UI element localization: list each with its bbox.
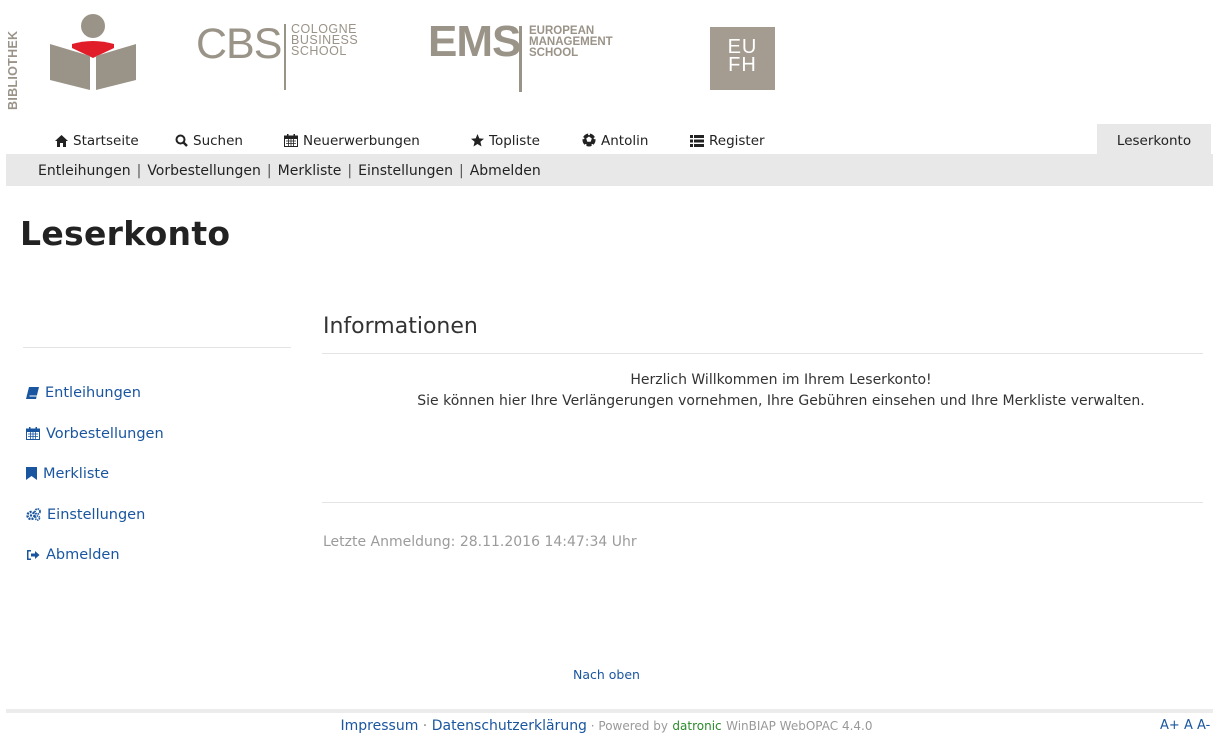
- nav-neuerwerbungen[interactable]: Neuerwerbungen: [284, 128, 420, 154]
- content-divider: [322, 502, 1203, 503]
- star-icon: [471, 134, 484, 147]
- nav-suchen[interactable]: Suchen: [175, 128, 243, 154]
- bookmark-icon: [26, 467, 37, 480]
- search-icon: [175, 134, 188, 147]
- welcome-message: Herzlich Willkommen im Ihrem Leserkonto!…: [417, 372, 1145, 409]
- datenschutz-link[interactable]: Datenschutzerklärung: [432, 718, 587, 734]
- sidebar-item-abmelden[interactable]: Abmelden: [26, 545, 120, 565]
- sidebar-item-einstellungen[interactable]: Einstellungen: [26, 505, 145, 525]
- subnav-merkliste[interactable]: Merkliste: [278, 163, 342, 179]
- cogs-icon: [26, 508, 41, 521]
- section-divider: [322, 353, 1203, 354]
- vendor-link[interactable]: datronic: [672, 719, 721, 733]
- last-login-text: Letzte Anmeldung: 28.11.2016 14:47:34 Uh…: [323, 534, 637, 550]
- nav-topliste[interactable]: Topliste: [471, 128, 540, 154]
- section-title-informationen: Informationen: [323, 314, 478, 339]
- sign-out-icon: [27, 550, 40, 560]
- calendar-icon: [26, 427, 40, 440]
- impressum-link[interactable]: Impressum: [341, 718, 419, 734]
- account-subnav: Entleihungen | Vorbestellungen | Merkliste | E…: [6, 154, 1213, 186]
- page-title: Leserkonto: [20, 214, 231, 253]
- nav-antolin[interactable]: Antolin: [582, 128, 648, 154]
- font-size-controls: A+ A A-: [1160, 718, 1210, 733]
- library-reader-logo: [50, 14, 136, 90]
- subnav-einstellungen[interactable]: Einstellungen: [358, 163, 453, 179]
- subnav-vorbestellungen[interactable]: Vorbestellungen: [147, 163, 261, 179]
- footer-divider: [6, 709, 1213, 713]
- list-icon: [690, 135, 704, 147]
- product-version: WinBIAP WebOPAC 4.4.0: [726, 719, 873, 733]
- home-icon: [55, 135, 68, 147]
- font-larger-button[interactable]: A+: [1160, 718, 1180, 733]
- powered-by-text: Powered by: [598, 719, 668, 733]
- calendar-icon: [284, 134, 298, 147]
- font-normal-button[interactable]: A: [1184, 718, 1193, 733]
- nav-startseite[interactable]: Startseite: [55, 128, 139, 154]
- bibliothek-label: BIBLIOTHEK: [6, 30, 20, 110]
- sidebar-divider: [23, 347, 291, 348]
- back-to-top-link[interactable]: Nach oben: [0, 667, 1213, 682]
- subnav-entleihungen[interactable]: Entleihungen: [38, 163, 131, 179]
- sidebar-item-entleihungen[interactable]: Entleihungen: [26, 383, 141, 403]
- soccer-ball-icon: [582, 133, 596, 147]
- sidebar-item-merkliste[interactable]: Merkliste: [26, 464, 109, 484]
- subnav-abmelden[interactable]: Abmelden: [470, 163, 541, 179]
- sidebar-item-vorbestellungen[interactable]: Vorbestellungen: [26, 424, 164, 444]
- footer: Impressum · Datenschutzerklärung · Power…: [340, 718, 873, 734]
- nav-register[interactable]: Register: [690, 128, 765, 154]
- font-smaller-button[interactable]: A-: [1197, 718, 1210, 733]
- main-navigation: Startseite Suchen Neuerwerbungen Toplist…: [0, 124, 1213, 154]
- book-icon: [26, 387, 39, 399]
- eufh-logo: EU FH: [710, 27, 775, 90]
- tab-leserkonto[interactable]: Leserkonto: [1097, 124, 1211, 154]
